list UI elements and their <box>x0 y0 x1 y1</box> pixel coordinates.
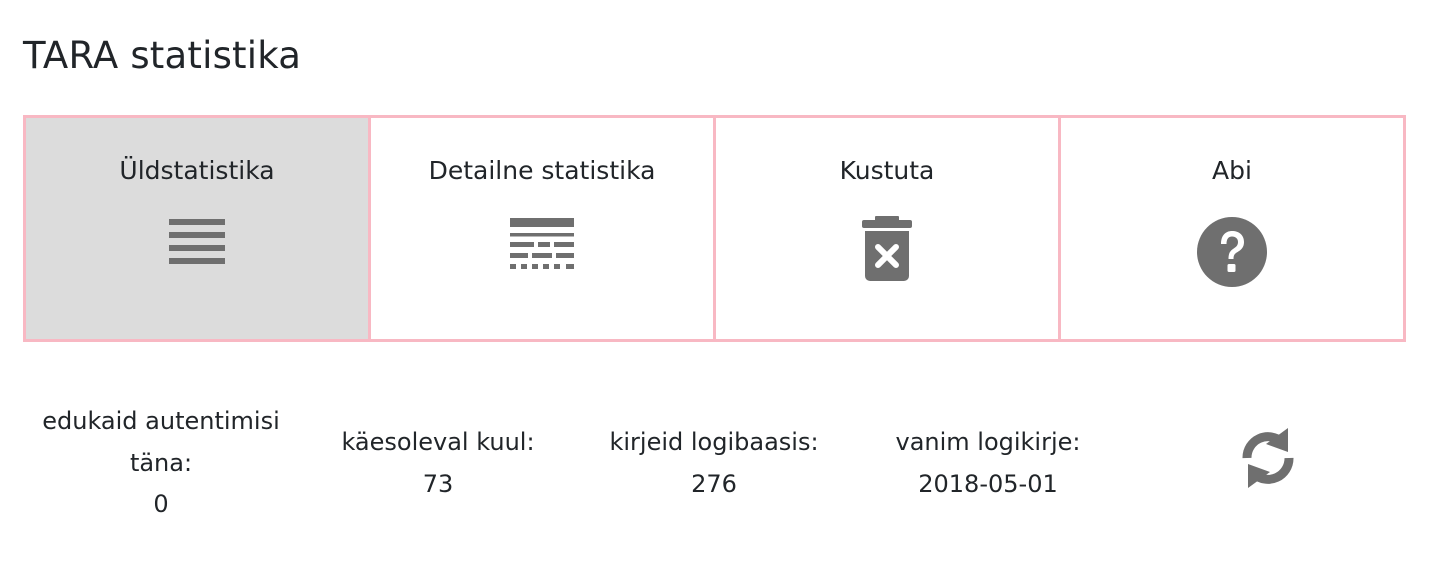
tab-detailed-statistics[interactable]: Detailne statistika <box>368 118 713 339</box>
tab-bar: Üldstatistika Detailne statistika Kustut… <box>23 115 1406 342</box>
stat-this-month: käesoleval kuul: 73 <box>323 421 553 505</box>
refresh-icon <box>1237 420 1299 500</box>
stat-successful-today: edukaid autentimisi täna: 0 <box>33 400 289 524</box>
stat-oldest-log: vanim logikirje: 2018-05-01 <box>868 421 1108 505</box>
question-circle-icon <box>1192 216 1272 287</box>
tab-help[interactable]: Abi <box>1058 118 1403 339</box>
tab-label: Abi <box>1212 156 1252 185</box>
list-icon <box>157 216 237 286</box>
tab-general-statistics[interactable]: Üldstatistika <box>26 118 368 339</box>
tab-delete[interactable]: Kustuta <box>713 118 1058 339</box>
stat-value: 73 <box>422 470 454 498</box>
stat-value: 276 <box>691 470 737 498</box>
trash-icon <box>847 216 927 286</box>
stat-value: 2018-05-01 <box>918 470 1058 498</box>
tab-label: Kustuta <box>839 156 935 185</box>
detailed-list-icon <box>502 216 582 286</box>
stat-label: vanim logikirje: <box>895 428 1081 456</box>
tab-label: Üldstatistika <box>119 156 275 185</box>
refresh-button[interactable] <box>1235 420 1301 500</box>
stat-label: edukaid autentimisi täna: <box>42 407 280 477</box>
page-title: TARA statistika <box>23 34 302 77</box>
stat-label: kirjeid logibaasis: <box>609 428 819 456</box>
stat-log-records: kirjeid logibaasis: 276 <box>590 421 838 505</box>
tab-label: Detailne statistika <box>428 156 656 185</box>
statistics-summary: edukaid autentimisi täna: 0 käesoleval k… <box>23 400 1406 530</box>
stat-label: käesoleval kuul: <box>341 428 535 456</box>
stat-value: 0 <box>153 490 169 518</box>
